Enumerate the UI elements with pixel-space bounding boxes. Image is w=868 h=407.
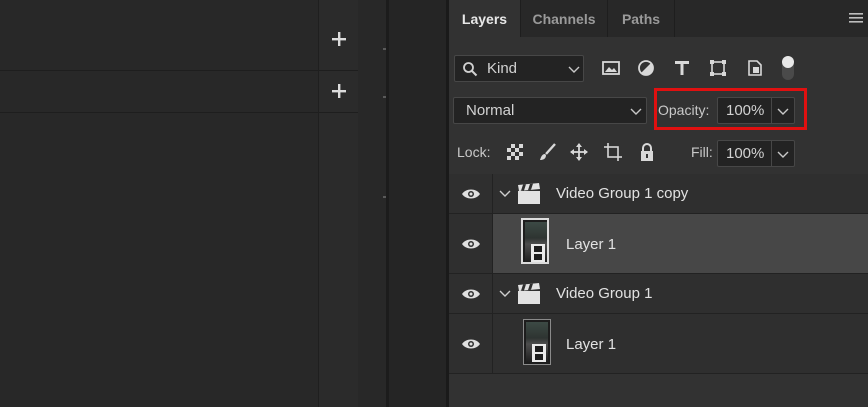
visibility-toggle[interactable] — [449, 174, 493, 213]
layer-thumbnail — [521, 218, 549, 264]
video-group-icon — [518, 183, 540, 204]
visibility-toggle[interactable] — [449, 214, 493, 273]
video-group-icon — [518, 283, 540, 304]
toggle-icon — [782, 56, 794, 80]
ruler-tick — [383, 196, 386, 198]
layer-row-video[interactable]: Layer 1 — [449, 314, 868, 374]
checkerboard-icon — [507, 144, 523, 160]
divider — [0, 112, 318, 113]
filter-type-layers-button[interactable] — [672, 58, 692, 78]
divider — [319, 112, 359, 113]
chevron-down-icon[interactable] — [777, 151, 789, 159]
ruler-tick — [383, 96, 386, 98]
chevron-down-icon — [568, 66, 580, 73]
lock-artboard-button[interactable] — [603, 142, 623, 162]
filter-kind-select[interactable]: Kind — [454, 55, 584, 82]
image-icon — [602, 61, 620, 75]
visibility-toggle[interactable] — [449, 274, 493, 313]
layer-row-group[interactable]: Video Group 1 copy — [449, 174, 868, 214]
type-icon — [675, 61, 689, 75]
transform-box-icon — [710, 60, 726, 76]
filter-adjustment-layers-button[interactable] — [636, 58, 656, 78]
tab-channels[interactable]: Channels — [521, 0, 607, 37]
brush-icon — [540, 143, 556, 160]
divider — [0, 70, 318, 71]
tab-separator — [674, 0, 675, 37]
filter-pixel-layers-button[interactable] — [601, 58, 621, 78]
filter-toggle-switch[interactable] — [779, 54, 797, 82]
layer-thumbnail — [523, 319, 551, 365]
smart-object-icon — [748, 60, 762, 76]
tab-paths[interactable]: Paths — [608, 0, 674, 37]
lock-transparent-pixels-button[interactable] — [505, 142, 525, 162]
layer-name: Layer 1 — [566, 236, 617, 253]
move-icon — [570, 143, 588, 161]
layers-panel: Layers Channels Paths Kind Normal Opacit… — [449, 0, 868, 407]
blend-mode-value: Normal — [466, 102, 515, 119]
layers-list: Video Group 1 copy Layer 1 Video Group 1… — [449, 174, 868, 407]
panel-menu-icon[interactable] — [848, 10, 864, 26]
lock-position-button[interactable] — [569, 142, 589, 162]
panel-dock-gap — [389, 0, 446, 407]
search-icon — [463, 62, 478, 77]
plus-icon — [332, 32, 346, 46]
lock-icon — [641, 143, 653, 161]
ruler-tick — [383, 48, 386, 50]
filter-shape-layers-button[interactable] — [708, 58, 728, 78]
plus-icon — [332, 84, 346, 98]
chevron-down-icon[interactable] — [499, 190, 511, 198]
tab-layers[interactable]: Layers — [449, 0, 520, 37]
adjustment-circle-icon — [638, 60, 654, 76]
eye-icon — [461, 339, 480, 348]
layers-list-empty-area — [449, 374, 868, 407]
layer-row-group[interactable]: Video Group 1 — [449, 274, 868, 314]
timeline-gutter — [358, 0, 386, 407]
eye-icon — [461, 189, 480, 198]
fill-input[interactable]: 100% — [717, 140, 795, 167]
eye-icon — [461, 239, 480, 248]
chevron-down-icon — [630, 108, 642, 115]
timeline-track-controls — [318, 0, 359, 407]
field-separator — [771, 141, 772, 166]
fill-value: 100% — [726, 145, 765, 162]
lock-label: Lock: — [457, 144, 491, 160]
annotation-highlight-box — [654, 88, 807, 130]
fill-label: Fill: — [691, 144, 713, 160]
canvas-area — [0, 0, 318, 407]
blend-mode-select[interactable]: Normal — [453, 97, 647, 124]
lock-all-button[interactable] — [637, 142, 657, 162]
eye-icon — [461, 289, 480, 298]
film-strip-icon — [532, 344, 546, 362]
filter-smart-objects-button[interactable] — [745, 58, 765, 78]
visibility-toggle[interactable] — [449, 314, 493, 373]
lock-image-pixels-button[interactable] — [538, 142, 558, 162]
layer-row-video[interactable]: Layer 1 — [449, 214, 868, 274]
panel-tab-bar: Layers Channels Paths — [449, 0, 868, 37]
layer-name: Video Group 1 — [556, 285, 653, 302]
layer-name: Video Group 1 copy — [556, 185, 689, 202]
film-strip-icon — [531, 244, 545, 262]
add-track-button[interactable] — [319, 19, 359, 59]
add-track-button[interactable] — [319, 71, 359, 111]
artboard-icon — [604, 143, 622, 161]
chevron-down-icon[interactable] — [499, 290, 511, 298]
filter-kind-label: Kind — [487, 60, 518, 77]
layer-name: Layer 1 — [566, 336, 617, 353]
